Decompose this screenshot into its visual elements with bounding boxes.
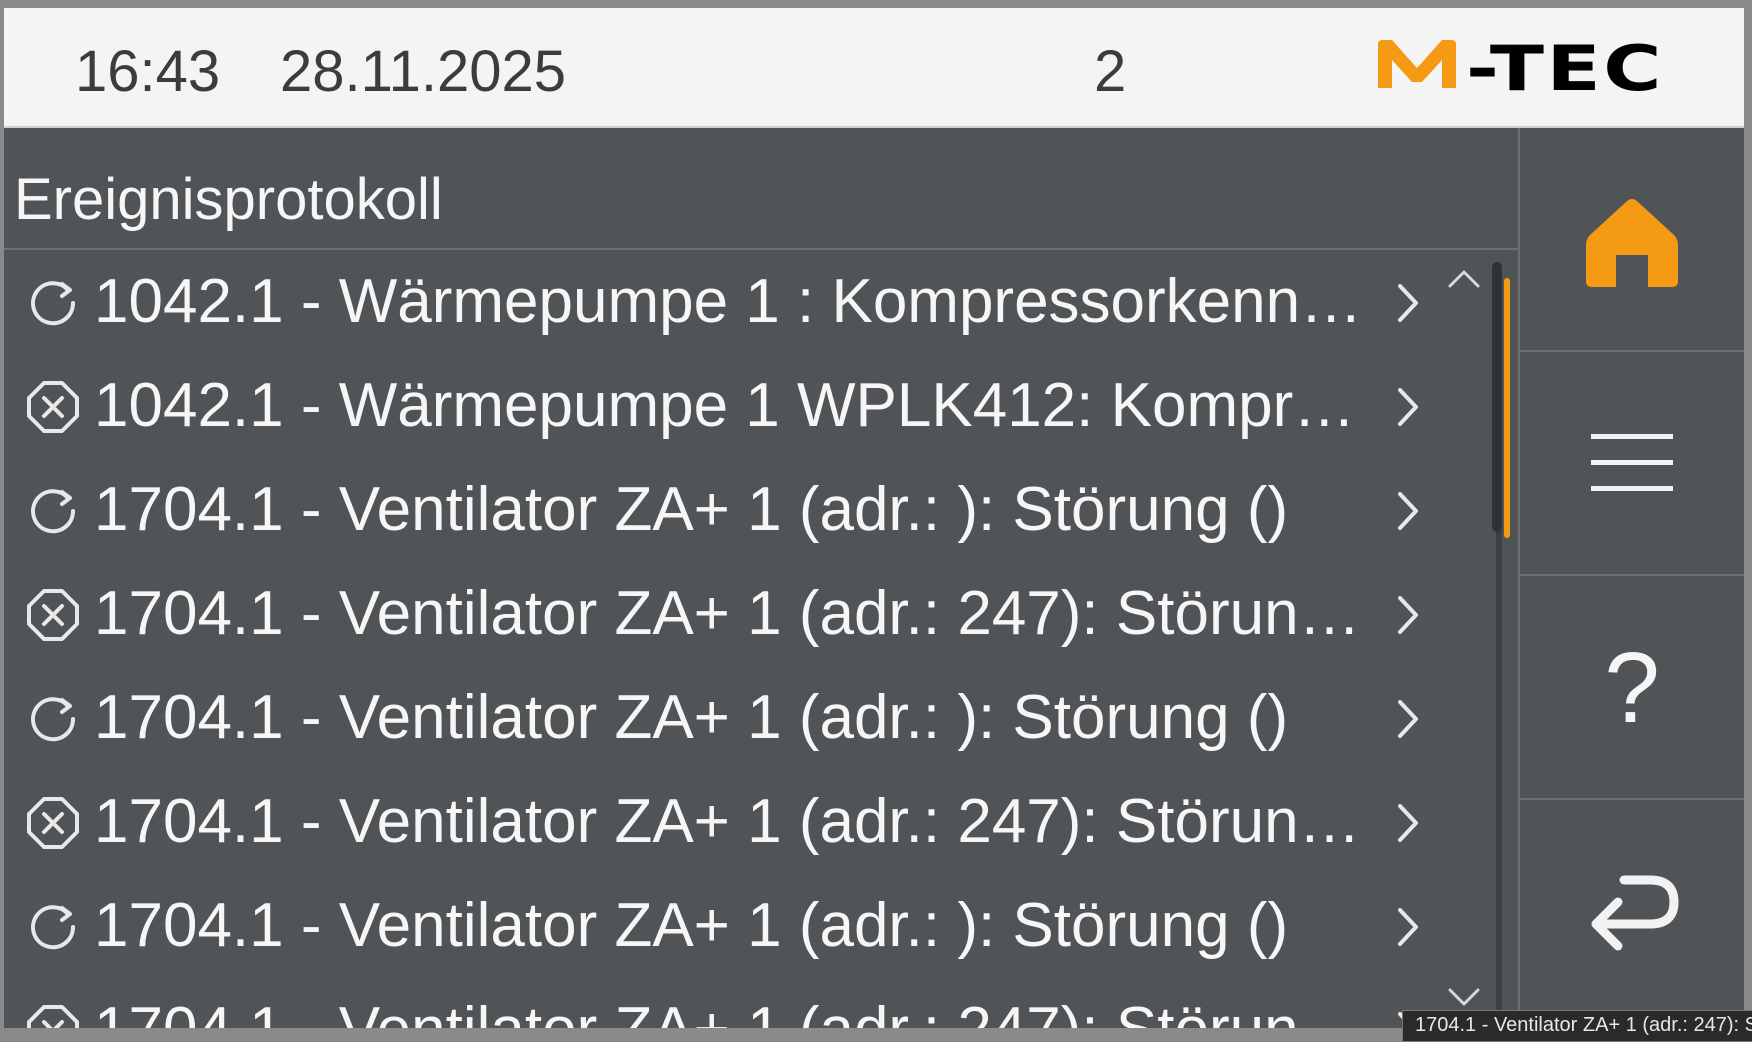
event-row[interactable]: 1042.1 - Wärmepumpe 1 : Kompressorkennli…	[4, 250, 1474, 354]
chevron-right-icon[interactable]	[1394, 696, 1422, 742]
refresh-icon	[31, 697, 76, 742]
chevron-right-icon[interactable]	[1394, 904, 1422, 950]
scroll-down-icon[interactable]	[1446, 986, 1482, 1008]
help-button[interactable]: ?	[1520, 576, 1744, 800]
status-header: 16:43 28.11.2025 2 -TEC	[4, 8, 1744, 128]
home-icon	[1586, 199, 1678, 287]
device-screen: 16:43 28.11.2025 2 -TEC Ereignisprotokol…	[4, 8, 1744, 1028]
event-text: 1704.1 - Ventilator ZA+ 1 (adr.: ): Stör…	[94, 683, 1289, 752]
refresh-icon	[31, 281, 76, 326]
scroll-position-indicator	[1504, 278, 1510, 538]
event-text: 1042.1 - Wärmepumpe 1 WPLK412: Kompre…	[94, 371, 1374, 440]
chevron-right-icon[interactable]	[1394, 488, 1422, 534]
refresh-icon	[31, 905, 76, 950]
event-row[interactable]: 1042.1 - Wärmepumpe 1 WPLK412: Kompre…	[4, 354, 1474, 458]
event-text: 1704.1 - Ventilator ZA+ 1 (adr.: 247): S…	[94, 579, 1361, 648]
error-x-icon	[27, 589, 79, 641]
error-x-icon	[27, 797, 79, 849]
event-text: 1042.1 - Wärmepumpe 1 : Kompressorkennli…	[94, 267, 1374, 336]
event-text: 1704.1 - Ventilator ZA+ 1 (adr.: ): Stör…	[94, 891, 1289, 960]
event-row[interactable]: 1704.1 - Ventilator ZA+ 1 (adr.: ): Stör…	[4, 666, 1474, 770]
event-text: 1704.1 - Ventilator ZA+ 1 (adr.: ): Stör…	[94, 475, 1289, 544]
event-list[interactable]: 1042.1 - Wärmepumpe 1 : Kompressorkennli…	[4, 250, 1474, 1028]
error-x-icon	[27, 1005, 79, 1028]
event-row[interactable]: 1704.1 - Ventilator ZA+ 1 (adr.: ): Stör…	[4, 458, 1474, 562]
event-text: 1704.1 - Ventilator ZA+ 1 (adr.: 247): S…	[94, 787, 1361, 856]
error-x-icon	[27, 381, 79, 433]
back-button[interactable]	[1520, 800, 1744, 1024]
page-title: Ereignisprotokoll	[14, 167, 443, 232]
chevron-right-icon[interactable]	[1394, 800, 1422, 846]
chevron-right-icon[interactable]	[1394, 280, 1422, 326]
chevron-right-icon[interactable]	[1394, 592, 1422, 638]
refresh-icon	[31, 489, 76, 534]
scroll-up-icon[interactable]	[1446, 268, 1482, 290]
scrollbar-thumb[interactable]	[1492, 262, 1502, 532]
event-row[interactable]: 1704.1 - Ventilator ZA+ 1 (adr.: 247): S…	[4, 770, 1474, 874]
event-log-panel: Ereignisprotokoll 1042.1 - Wärmepumpe 1 …	[4, 128, 1518, 1028]
home-button[interactable]	[1520, 128, 1744, 352]
menu-icon	[1591, 434, 1673, 491]
chevron-right-icon[interactable]	[1394, 384, 1422, 430]
event-row[interactable]: 1704.1 - Ventilator ZA+ 1 (adr.: 247): S…	[4, 978, 1474, 1028]
back-icon	[1591, 875, 1679, 951]
menu-button[interactable]	[1520, 352, 1744, 576]
clock-time: 16:43	[75, 39, 221, 104]
tooltip: 1704.1 - Ventilator ZA+ 1 (adr.: 247): S…	[1402, 1010, 1752, 1042]
event-text: 1704.1 - Ventilator ZA+ 1 (adr.: 247): S…	[94, 992, 1374, 1028]
event-row[interactable]: 1704.1 - Ventilator ZA+ 1 (adr.: ): Stör…	[4, 874, 1474, 978]
event-row[interactable]: 1704.1 - Ventilator ZA+ 1 (adr.: 247): S…	[4, 562, 1474, 666]
clock-date: 28.11.2025	[280, 39, 566, 104]
help-icon: ?	[1604, 632, 1660, 744]
logo-text: -TEC	[1466, 32, 1665, 105]
notification-count[interactable]: 2	[1094, 38, 1126, 105]
side-navigation: ?	[1518, 128, 1744, 1028]
